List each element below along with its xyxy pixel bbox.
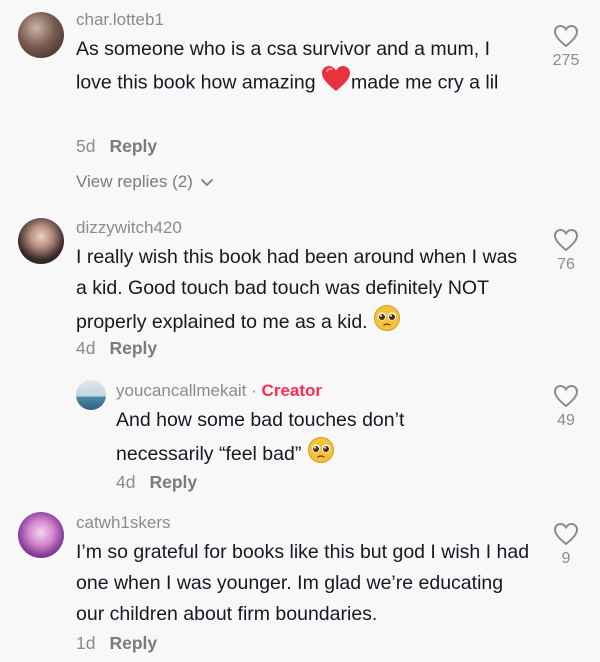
comment-time: 5d (76, 136, 96, 156)
comment-username[interactable]: char.lotteb1 (76, 10, 164, 30)
heart-outline-icon (553, 384, 579, 408)
pleading-face-emoji (373, 304, 401, 342)
view-replies-button[interactable]: View replies (2) (76, 172, 214, 193)
like-button[interactable]: 275 (546, 24, 586, 70)
comment-meta: 4d Reply (116, 472, 197, 493)
avatar[interactable] (18, 12, 64, 58)
avatar[interactable] (18, 218, 64, 264)
avatar[interactable] (18, 512, 64, 558)
like-count: 49 (557, 412, 575, 429)
comment-dizzywitch420: dizzywitch420 I really wish this book ha… (0, 206, 600, 366)
chevron-down-icon (200, 173, 214, 193)
comment-meta: 1d Reply (76, 633, 157, 654)
comment-catwh1skers: catwh1skers I’m so grateful for books li… (0, 506, 600, 662)
avatar[interactable] (76, 380, 106, 410)
heart-outline-icon (553, 228, 579, 252)
comment-meta: 4d Reply (76, 338, 157, 359)
reply-username[interactable]: youcancallmekait (116, 381, 246, 400)
like-count: 9 (561, 550, 571, 567)
comment-text: And how some bad touches don’t necessari… (116, 405, 496, 474)
comment-text-part: And how some bad touches don’t necessari… (116, 409, 405, 466)
comment-username[interactable]: dizzywitch420 (76, 218, 182, 238)
separator-dot: · (251, 381, 257, 400)
reply-button[interactable]: Reply (149, 472, 197, 492)
comment-text: I really wish this book had been around … (76, 242, 531, 342)
reply-button[interactable]: Reply (109, 633, 157, 653)
comment-text-part: I’m so grateful for books like this but … (76, 541, 530, 625)
comment-text-part: made me cry a lil (350, 71, 499, 94)
like-button[interactable]: 76 (546, 228, 586, 274)
comment-meta: 5d Reply (76, 136, 157, 157)
like-button[interactable]: 49 (546, 384, 586, 430)
comment-text-part: I really wish this book had been around … (76, 246, 518, 334)
comment-time: 1d (76, 633, 96, 653)
view-replies-label: View replies (2) (76, 172, 193, 191)
pleading-face-emoji (307, 436, 335, 474)
reply-button[interactable]: Reply (109, 136, 157, 156)
comment-time: 4d (116, 472, 136, 492)
like-count: 76 (557, 256, 575, 273)
comment-text: As someone who is a csa survivor and a m… (76, 34, 526, 102)
like-count: 275 (552, 52, 580, 69)
like-button[interactable]: 9 (546, 522, 586, 568)
comment-username: youcancallmekait · Creator (116, 381, 322, 401)
comment-username[interactable]: catwh1skers (76, 513, 170, 533)
reply-youcancallmekait: youcancallmekait · Creator And how some … (0, 372, 600, 502)
heart-outline-icon (553, 24, 579, 48)
heart-outline-icon (553, 522, 579, 546)
comment-text: I’m so grateful for books like this but … (76, 537, 531, 630)
creator-badge: Creator (261, 381, 323, 400)
comment-char-lotteb1: char.lotteb1 As someone who is a csa sur… (0, 0, 600, 200)
red-heart-emoji (321, 65, 351, 102)
reply-button[interactable]: Reply (109, 338, 157, 358)
comment-time: 4d (76, 338, 96, 358)
